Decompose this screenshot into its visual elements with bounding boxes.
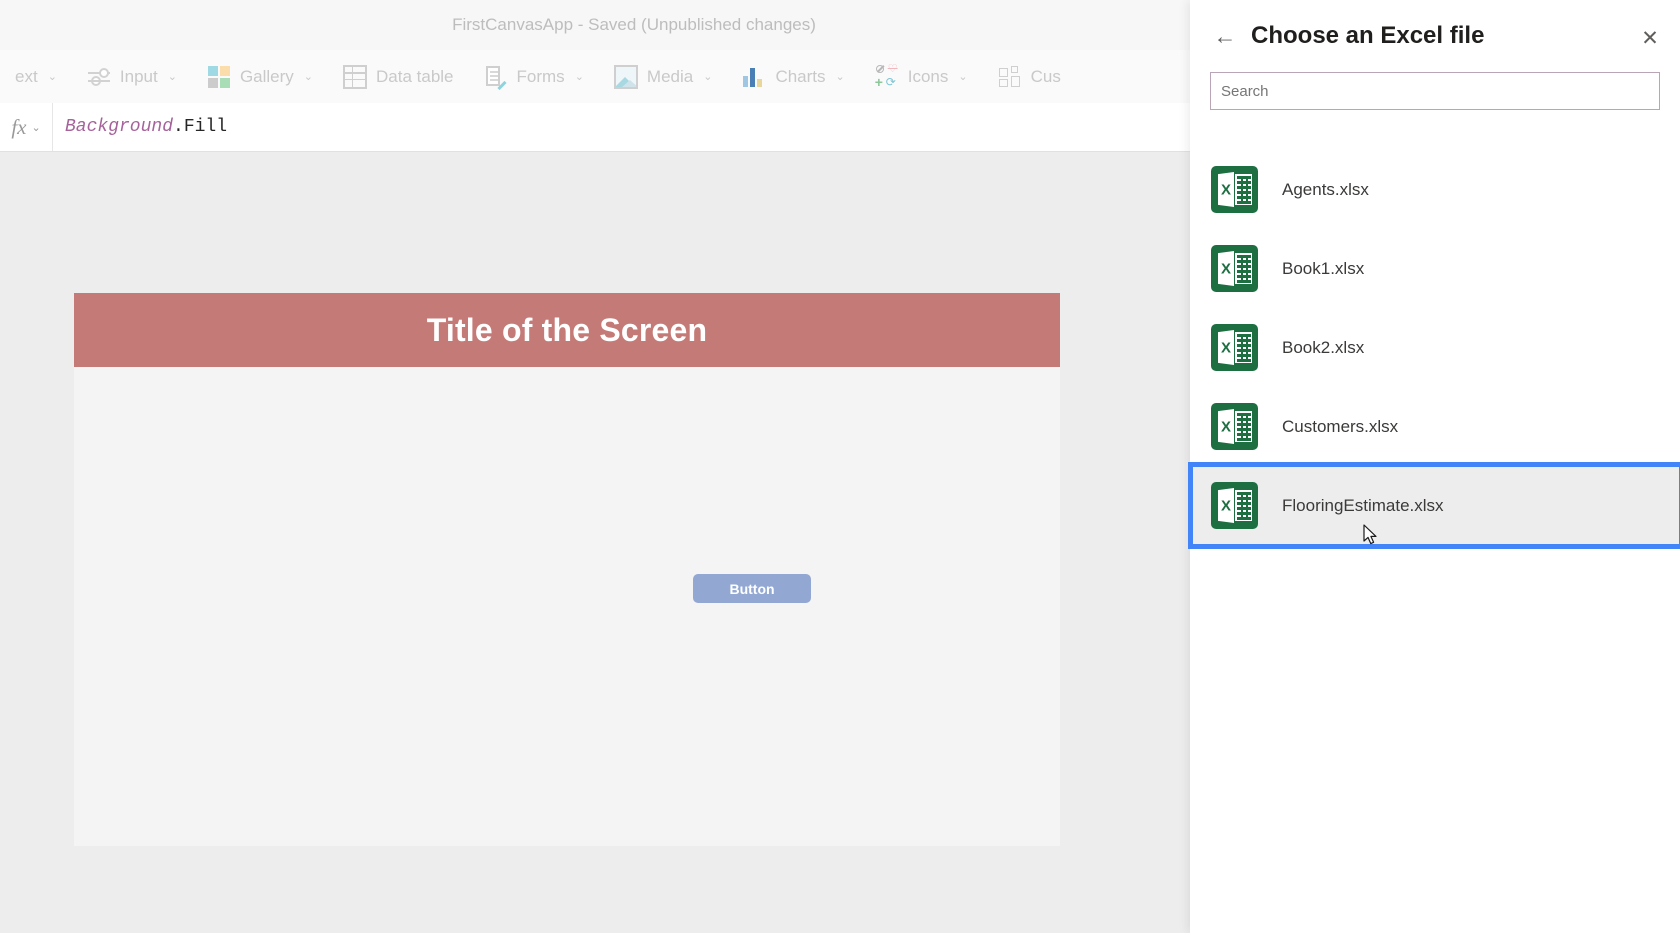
app-screen-canvas[interactable]: Title of the Screen Button [74, 293, 1060, 846]
formula-suffix: .Fill [173, 117, 228, 137]
excel-file-icon [1211, 245, 1258, 292]
canvas-button-label: Button [729, 580, 775, 597]
ribbon-item-gallery[interactable]: Gallery ⌄ [192, 50, 328, 103]
ribbon-item-data-table[interactable]: Data table [328, 50, 469, 103]
file-name-label: FlooringEstimate.xlsx [1282, 495, 1444, 515]
screen-title-bar[interactable]: Title of the Screen [74, 293, 1060, 367]
excel-file-list: Agents.xlsx Book1.xlsx Book2.xlsx [1188, 150, 1680, 549]
ribbon-item-icons[interactable]: ♡ + ⟳ Icons ⌄ [860, 50, 983, 103]
app-title: FirstCanvasApp - Saved (Unpublished chan… [452, 15, 816, 34]
ribbon-label-text: ext [15, 66, 38, 86]
custom-icon [998, 65, 1022, 89]
excel-file-icon [1211, 166, 1258, 213]
file-row-customers[interactable]: Customers.xlsx [1190, 387, 1680, 466]
media-icon [613, 64, 638, 89]
sliders-icon [87, 65, 111, 89]
file-row-book2[interactable]: Book2.xlsx [1190, 308, 1680, 387]
ribbon-item-custom[interactable]: Cus [983, 50, 1076, 103]
property-selector[interactable]: fx ⌄ [0, 103, 53, 151]
chevron-down-icon: ⌄ [31, 121, 41, 134]
file-name-label: Customers.xlsx [1282, 416, 1399, 436]
ribbon-item-charts[interactable]: Charts ⌄ [727, 50, 859, 103]
panel-header: ← Choose an Excel file ✕ [1190, 0, 1680, 72]
back-arrow-icon[interactable]: ← [1210, 21, 1240, 51]
data-table-icon [343, 64, 368, 89]
excel-file-icon [1211, 482, 1258, 529]
chevron-down-icon: ⌄ [303, 71, 314, 83]
screen-title-text: Title of the Screen [426, 311, 708, 348]
search-container [1190, 72, 1680, 110]
excel-file-icon [1211, 403, 1258, 450]
excel-file-icon [1211, 324, 1258, 371]
ribbon-label-charts: Charts [775, 66, 826, 86]
choose-excel-file-panel: ← Choose an Excel file ✕ Agents.xlsx Boo [1188, 0, 1680, 933]
formula-property: Background [65, 117, 174, 137]
file-row-flooring-estimate[interactable]: FlooringEstimate.xlsx [1188, 462, 1680, 549]
file-row-agents[interactable]: Agents.xlsx [1190, 150, 1680, 229]
ribbon-label-custom: Cus [1030, 66, 1061, 86]
ribbon-item-text[interactable]: ext ⌄ [0, 50, 72, 103]
ribbon-label-gallery: Gallery [239, 66, 294, 86]
ribbon-label-icons: Icons [907, 66, 949, 86]
chevron-down-icon: ⌄ [835, 71, 845, 83]
ribbon-label-input: Input [119, 66, 158, 86]
chevron-down-icon: ⌄ [47, 71, 57, 83]
ribbon-label-media: Media [646, 66, 694, 86]
close-icon[interactable]: ✕ [1634, 22, 1666, 54]
ribbon-item-forms[interactable]: Forms ⌄ [469, 50, 599, 103]
search-input[interactable] [1210, 72, 1660, 110]
ribbon-label-data-table: Data table [376, 66, 454, 86]
ribbon-label-forms: Forms [516, 66, 565, 86]
formula-input[interactable]: Background.Fill [53, 117, 227, 137]
chevron-down-icon: ⌄ [574, 71, 584, 83]
chevron-down-icon: ⌄ [703, 71, 713, 83]
file-row-book1[interactable]: Book1.xlsx [1190, 229, 1680, 308]
canvas-button[interactable]: Button [693, 574, 811, 603]
chevron-down-icon: ⌄ [958, 71, 968, 83]
ribbon-item-media[interactable]: Media ⌄ [599, 50, 728, 103]
file-name-label: Book2.xlsx [1282, 337, 1365, 357]
panel-title: Choose an Excel file [1251, 22, 1485, 49]
forms-icon [484, 65, 508, 90]
charts-icon [742, 65, 766, 89]
chevron-down-icon: ⌄ [167, 71, 177, 83]
app-root: FirstCanvasApp - Saved (Unpublished chan… [0, 0, 1680, 933]
ribbon-item-input[interactable]: Input ⌄ [72, 50, 192, 103]
icons-icon: ♡ + ⟳ [874, 62, 898, 90]
fx-icon: fx [11, 114, 27, 139]
file-name-label: Agents.xlsx [1282, 179, 1369, 199]
file-name-label: Book1.xlsx [1282, 258, 1365, 278]
gallery-icon [207, 65, 231, 89]
